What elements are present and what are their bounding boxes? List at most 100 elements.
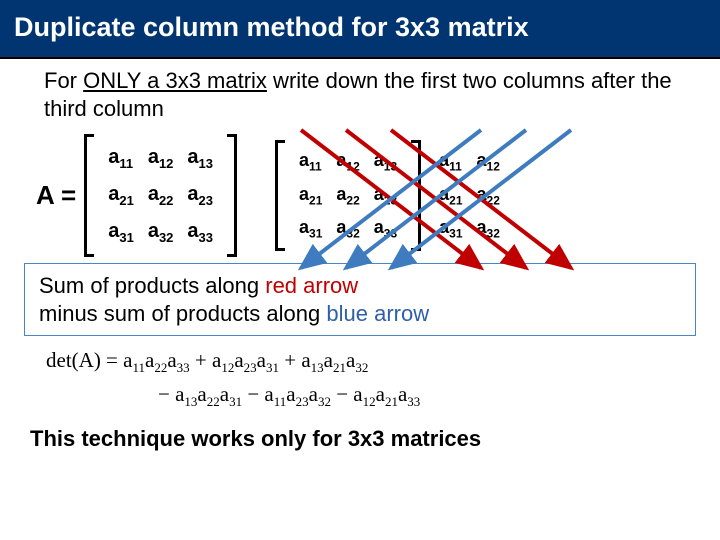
footnote-text: This technique works only for 3x3 matric… — [0, 414, 720, 452]
sum-part2: minus sum of products along — [39, 301, 326, 326]
cell: a — [148, 146, 159, 168]
bracket-left-icon — [84, 134, 94, 257]
sub: 32 — [355, 360, 368, 375]
sub: 23 — [199, 193, 213, 208]
matrices-row: A = a11 a12 a13 a21 a22 a23 a31 a32 a33 — [0, 128, 720, 263]
sub: 12 — [346, 160, 359, 174]
cell: a — [374, 150, 384, 170]
cell: a — [374, 184, 384, 204]
cell: a — [108, 183, 119, 205]
sub: 12 — [159, 156, 173, 171]
sub: 13 — [311, 360, 324, 375]
op: + — [190, 348, 212, 372]
sub: 22 — [487, 193, 500, 207]
cell: a — [477, 217, 487, 237]
sub: 31 — [229, 394, 242, 409]
sub: 31 — [449, 227, 462, 241]
sub: 23 — [244, 360, 257, 375]
determinant-formula: det(A) = a11a22a33 + a12a23a31 + a13a21a… — [0, 336, 720, 414]
a: a — [212, 348, 221, 372]
sum-part1: Sum of products along — [39, 273, 265, 298]
bracket-right-icon — [411, 140, 421, 251]
sub: 33 — [199, 230, 213, 245]
sub: 11 — [132, 360, 145, 375]
a: a — [257, 348, 266, 372]
bracket-right-icon — [227, 134, 237, 257]
sub: 23 — [384, 193, 397, 207]
cell: a — [148, 220, 159, 242]
sub: 31 — [119, 230, 133, 245]
a: a — [220, 382, 229, 406]
formula-line-1: det(A) = a11a22a33 + a12a23a31 + a13a21a… — [46, 348, 680, 376]
cell: a — [439, 184, 449, 204]
matrix-a-grid: a11 a12 a13 a21 a22 a23 a31 a32 a33 — [94, 134, 227, 257]
sub: 21 — [119, 193, 133, 208]
a: a — [398, 382, 407, 406]
op: − — [331, 382, 353, 406]
extended-matrix: a11 a12 a13 a21 a22 a23 a31 a32 a33 a11 … — [275, 140, 514, 251]
sub: 21 — [449, 193, 462, 207]
sub: 32 — [159, 230, 173, 245]
sub: 13 — [199, 156, 213, 171]
sub: 21 — [309, 193, 322, 207]
cell: a — [439, 150, 449, 170]
matrix-a-label: A = — [36, 180, 76, 211]
cell: a — [187, 183, 198, 205]
sub: 12 — [487, 160, 500, 174]
a: a — [346, 348, 355, 372]
cell: a — [187, 146, 198, 168]
red-arrow-text: red arrow — [265, 273, 358, 298]
sub: 21 — [385, 394, 398, 409]
sub: 31 — [309, 227, 322, 241]
cell: a — [108, 146, 119, 168]
a: a — [301, 348, 310, 372]
ext-extra-grid: a11 a12 a21 a22 a31 a32 — [425, 140, 514, 251]
sub: 11 — [449, 160, 462, 174]
sub: 33 — [177, 360, 190, 375]
cell: a — [374, 217, 384, 237]
sub: 33 — [384, 227, 397, 241]
cell: a — [477, 184, 487, 204]
sub: 11 — [309, 160, 322, 174]
sub: 32 — [318, 394, 331, 409]
intro-pre: For — [44, 68, 83, 93]
a: a — [197, 382, 206, 406]
matrix-a: A = a11 a12 a13 a21 a22 a23 a31 a32 a33 — [36, 134, 237, 257]
a: a — [264, 382, 273, 406]
a: a — [309, 382, 318, 406]
sub: 11 — [119, 156, 133, 171]
sub: 13 — [184, 394, 197, 409]
sum-explanation-box: Sum of products along red arrow minus su… — [24, 263, 696, 336]
a: a — [324, 348, 333, 372]
sub: 32 — [487, 227, 500, 241]
a: a — [286, 382, 295, 406]
sub: 22 — [159, 193, 173, 208]
cell: a — [148, 183, 159, 205]
sub: 22 — [346, 193, 359, 207]
bracket-left-icon — [275, 140, 285, 251]
ext-main-grid: a11 a12 a13 a21 a22 a23 a31 a32 a33 — [285, 140, 411, 251]
cell: a — [477, 150, 487, 170]
op: − — [242, 382, 264, 406]
cell: a — [299, 184, 309, 204]
sub: 12 — [221, 360, 234, 375]
intro-underlined: ONLY a 3x3 matrix — [83, 68, 267, 93]
cell: a — [187, 220, 198, 242]
cell: a — [299, 150, 309, 170]
sub: 12 — [363, 394, 376, 409]
a: a — [145, 348, 154, 372]
minus-prefix: − a — [158, 382, 184, 406]
a: a — [234, 348, 243, 372]
cell: a — [336, 184, 346, 204]
cell: a — [108, 220, 119, 242]
slide-title: Duplicate column method for 3x3 matrix — [0, 0, 720, 59]
sub: 31 — [266, 360, 279, 375]
sub: 11 — [274, 394, 287, 409]
blue-arrow-text: blue arrow — [326, 301, 429, 326]
cell: a — [336, 150, 346, 170]
intro-text: For ONLY a 3x3 matrix write down the fir… — [0, 59, 720, 128]
cell: a — [336, 217, 346, 237]
det-prefix: det(A) = a — [46, 348, 132, 372]
cell: a — [439, 217, 449, 237]
sub: 32 — [346, 227, 359, 241]
